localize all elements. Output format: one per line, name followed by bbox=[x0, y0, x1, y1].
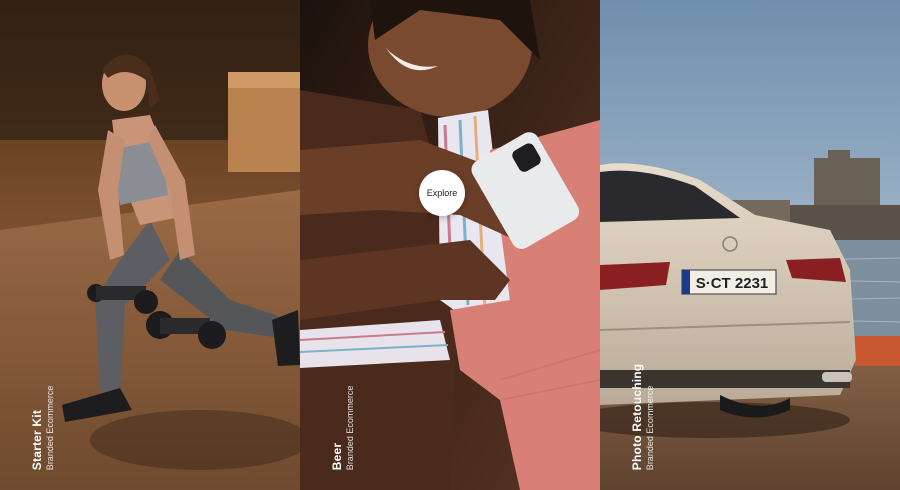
project-caption: Beer Branded Ecommerce bbox=[330, 385, 356, 470]
explore-button[interactable]: Explore bbox=[419, 170, 465, 216]
project-caption: Photo Retouching Branded Ecommerce bbox=[630, 363, 656, 470]
project-card-photo-retouching[interactable]: S·CT 2231 Photo Retouching Branded Ecomm… bbox=[600, 0, 900, 490]
project-card-beer[interactable]: Explore Beer Branded Ecommerce bbox=[300, 0, 600, 490]
license-plate-text: S·CT 2231 bbox=[696, 275, 769, 292]
project-title: Beer bbox=[330, 442, 344, 470]
project-subtitle: Branded Ecommerce bbox=[645, 385, 656, 470]
project-subtitle: Branded Ecommerce bbox=[45, 385, 56, 470]
project-title: Starter Kit bbox=[30, 409, 44, 470]
project-card-starter-kit[interactable]: Starter Kit Branded Ecommerce bbox=[0, 0, 300, 490]
project-title: Photo Retouching bbox=[630, 363, 644, 470]
project-caption: Starter Kit Branded Ecommerce bbox=[30, 385, 56, 470]
portfolio-gallery: Starter Kit Branded Ecommerce Explore Be… bbox=[0, 0, 900, 490]
project-subtitle: Branded Ecommerce bbox=[345, 385, 356, 470]
